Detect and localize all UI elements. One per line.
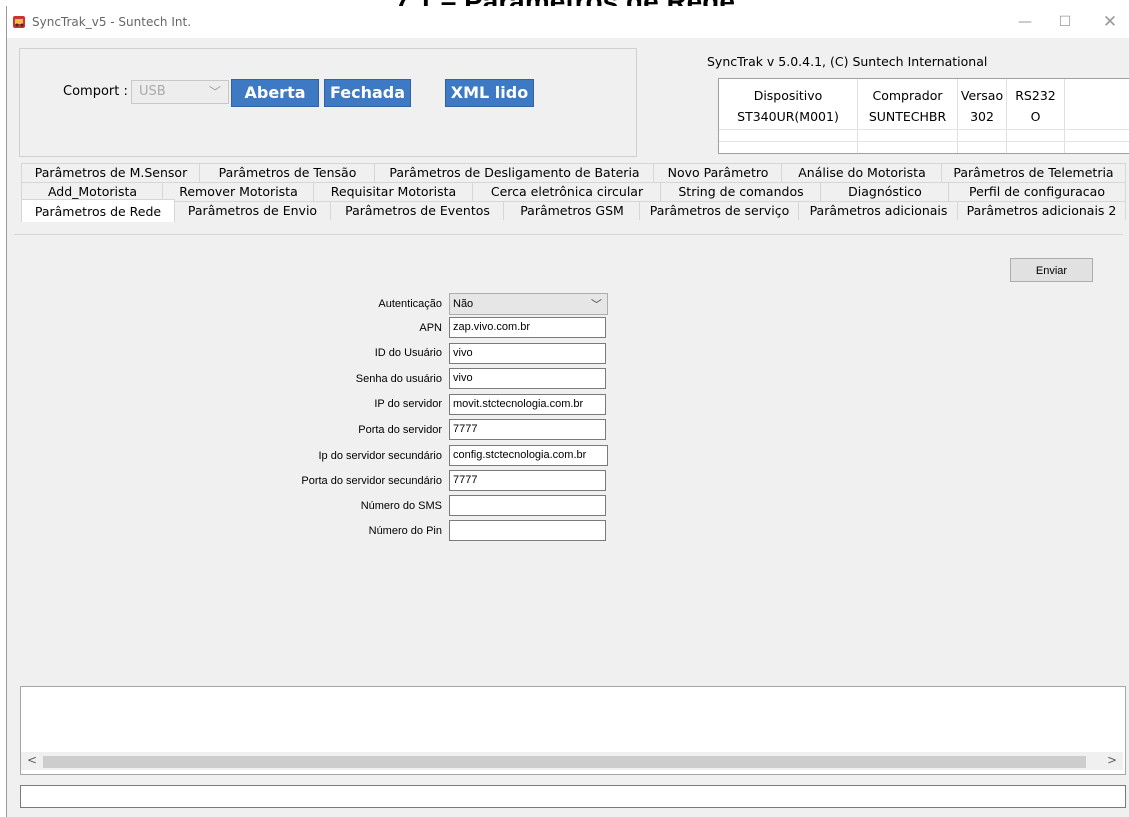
version-value: 302 (970, 109, 994, 124)
device-value: ST340UR(M001) (737, 109, 839, 124)
secondary-ip-field[interactable]: config.stctecnologia.com.br (449, 445, 608, 466)
auth-label: Autenticação (378, 298, 442, 310)
version-text: SyncTrak v 5.0.4.1, (C) Suntech Internat… (707, 54, 988, 69)
server-ip-field[interactable]: movit.stctecnologia.com.br (449, 394, 606, 415)
buyer-header: Comprador (872, 88, 943, 103)
rs232-header: RS232 (1015, 88, 1056, 103)
arrow-right-icon[interactable]: > (1103, 753, 1121, 767)
sms-number-field[interactable] (449, 495, 606, 516)
tab-string-comandos[interactable]: String de comandos (660, 182, 822, 201)
comport-select[interactable]: USB ﹀ (131, 80, 229, 104)
pin-number-label: Número do Pin (368, 525, 442, 537)
minimize-icon[interactable]: — (1005, 10, 1045, 34)
tab-diagnostico[interactable]: Diagnóstico (820, 182, 950, 201)
scrollbar-thumb[interactable] (43, 756, 1086, 768)
tab-parametros-adicionais-2[interactable]: Parâmetros adicionais 2 (957, 201, 1126, 220)
buyer-value: SUNTECHBR (868, 109, 947, 124)
pin-number-field[interactable] (449, 520, 606, 541)
app-icon (13, 16, 25, 28)
close-icon[interactable]: ✕ (1090, 10, 1129, 34)
secondary-port-field[interactable]: 7777 (449, 470, 606, 491)
sms-number-label: Número do SMS (360, 500, 442, 512)
tab-parametros-rede[interactable]: Parâmetros de Rede (21, 199, 175, 222)
chevron-down-icon: ﹀ (208, 85, 221, 99)
device-table: Dispositivo ST340UR(M001) Comprador SUNT… (718, 78, 1129, 154)
xml-read-button[interactable]: XML lido (445, 79, 534, 107)
window-title: SyncTrak_v5 - Suntech Int. (32, 15, 192, 29)
auth-select[interactable]: Não ﹀ (449, 293, 608, 315)
tab-cerca-eletronica[interactable]: Cerca eletrônica circular (472, 182, 662, 201)
apn-label: APN (419, 322, 442, 334)
tab-telemetria[interactable]: Parâmetros de Telemetria (941, 163, 1126, 182)
tab-parametros-envio[interactable]: Parâmetros de Envio (173, 201, 332, 220)
auth-value: Não (453, 298, 474, 310)
tab-parametros-gsm[interactable]: Parâmetros GSM (503, 201, 641, 220)
server-port-label: Porta do servidor (358, 424, 442, 436)
tab-parametros-eventos[interactable]: Parâmetros de Eventos (330, 201, 505, 220)
send-button[interactable]: Enviar (1010, 258, 1093, 282)
user-id-label: ID do Usuário (374, 347, 442, 359)
tab-remover-motorista[interactable]: Remover Motorista (162, 182, 315, 201)
tab-msensor[interactable]: Parâmetros de M.Sensor (21, 163, 201, 182)
password-field[interactable]: vivo (449, 368, 606, 389)
version-header: Versao (960, 88, 1004, 103)
tab-tensao[interactable]: Parâmetros de Tensão (199, 163, 376, 182)
rs232-value: O (1030, 109, 1041, 124)
horizontal-scrollbar[interactable]: < > (21, 752, 1123, 770)
secondary-ip-label: Ip do servidor secundário (318, 450, 442, 462)
user-id-field[interactable]: vivo (449, 343, 606, 364)
maximize-icon[interactable]: ☐ (1045, 10, 1085, 34)
apn-field[interactable]: zap.vivo.com.br (449, 317, 606, 338)
device-header: Dispositivo (753, 88, 823, 103)
tab-perfil-configuracao[interactable]: Perfil de configuracao (948, 182, 1126, 201)
comport-label: Comport : (63, 84, 128, 99)
tab-parametros-adicionais[interactable]: Parâmetros adicionais (798, 201, 959, 220)
tab-requisitar-motorista[interactable]: Requisitar Motorista (313, 182, 474, 201)
chevron-down-icon: ﹀ (591, 299, 602, 311)
tab-parametros-servico[interactable]: Parâmetros de serviço (639, 201, 800, 220)
server-port-field[interactable]: 7777 (449, 419, 606, 440)
tab-analise-motorista[interactable]: Análise do Motorista (781, 163, 943, 182)
status-bar (20, 785, 1126, 808)
server-ip-label: IP do servidor (374, 398, 442, 410)
close-connection-button[interactable]: Fechada (324, 79, 411, 107)
tab-novo-parametro[interactable]: Novo Parâmetro (653, 163, 783, 182)
password-label: Senha do usuário (355, 373, 442, 385)
secondary-port-label: Porta do servidor secundário (301, 475, 442, 487)
comport-value: USB (139, 84, 166, 99)
arrow-left-icon[interactable]: < (23, 753, 41, 767)
tab-desligamento-bateria[interactable]: Parâmetros de Desligamento de Bateria (374, 163, 655, 182)
open-button[interactable]: Aberta (231, 79, 319, 107)
title-bar: SyncTrak_v5 - Suntech Int. — ☐ ✕ (7, 6, 1129, 38)
